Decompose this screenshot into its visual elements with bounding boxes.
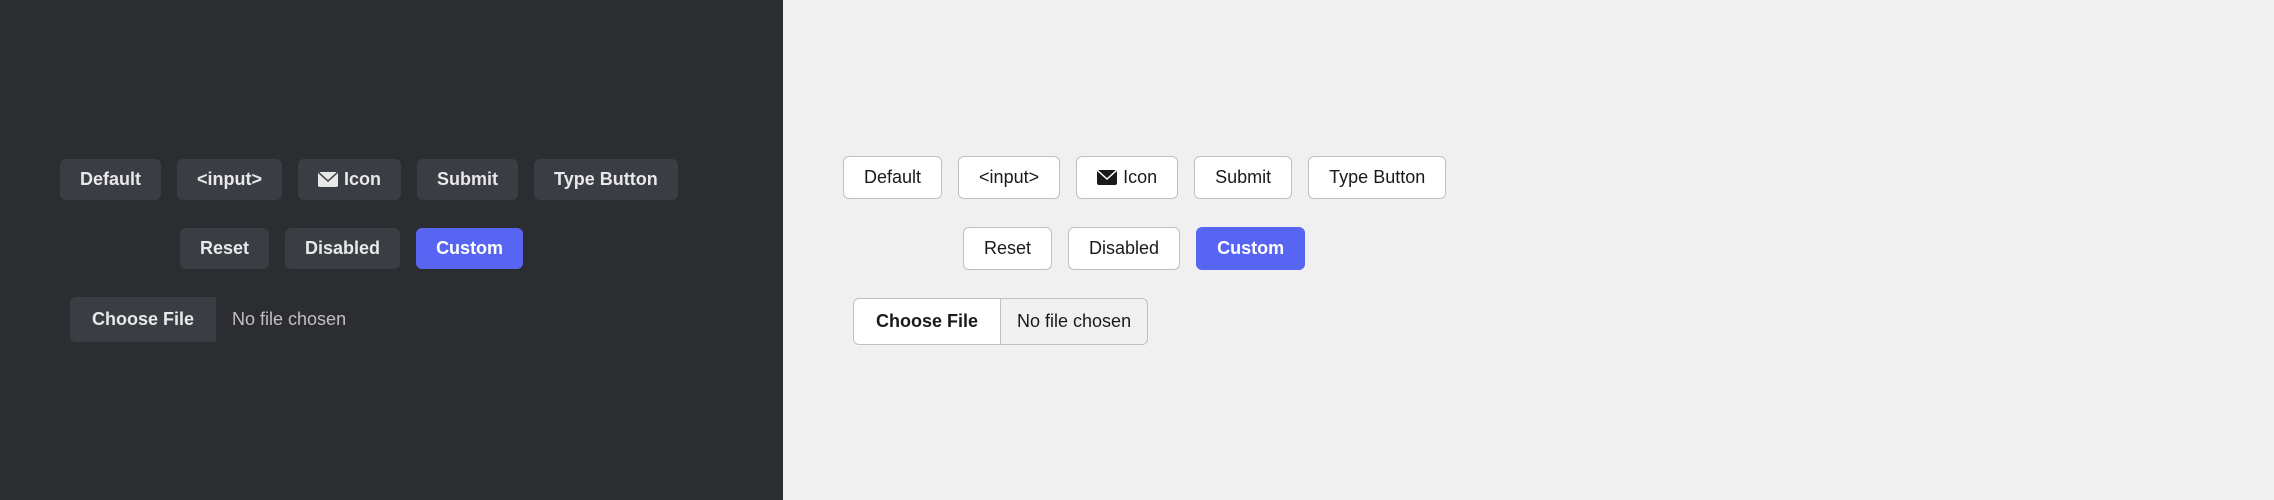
light-icon-button[interactable]: Icon [1076,156,1178,199]
light-custom-button[interactable]: Custom [1196,227,1305,270]
light-file-input-area: Choose File No file chosen [843,298,1148,345]
mail-icon-light [1097,170,1117,185]
light-icon-button-label: Icon [1123,167,1157,188]
dark-choose-file-button[interactable]: Choose File [70,297,216,342]
dark-input-button[interactable]: <input> [177,159,282,200]
light-row-2: Reset Disabled Custom [843,227,1305,270]
light-input-button[interactable]: <input> [958,156,1060,199]
dark-icon-button[interactable]: Icon [298,159,401,200]
light-panel: Default <input> Icon Submit Type Button … [783,0,2274,500]
dark-panel: Default <input> Icon Submit Type Button … [0,0,783,500]
light-no-file-label: No file chosen [1001,298,1148,345]
dark-icon-button-label: Icon [344,169,381,190]
light-submit-button[interactable]: Submit [1194,156,1292,199]
light-row-1: Default <input> Icon Submit Type Button [843,156,1446,199]
light-type-button[interactable]: Type Button [1308,156,1446,199]
dark-reset-button[interactable]: Reset [180,228,269,269]
dark-row-2: Reset Disabled Custom [60,228,523,269]
light-disabled-button: Disabled [1068,227,1180,270]
dark-disabled-button: Disabled [285,228,400,269]
dark-type-button[interactable]: Type Button [534,159,678,200]
mail-icon [318,172,338,187]
dark-row-1: Default <input> Icon Submit Type Button [60,159,678,200]
dark-no-file-label: No file chosen [216,297,362,342]
dark-file-input-area: Choose File No file chosen [60,297,362,342]
dark-custom-button[interactable]: Custom [416,228,523,269]
light-choose-file-button[interactable]: Choose File [853,298,1001,345]
light-reset-button[interactable]: Reset [963,227,1052,270]
dark-default-button[interactable]: Default [60,159,161,200]
light-default-button[interactable]: Default [843,156,942,199]
dark-submit-button[interactable]: Submit [417,159,518,200]
